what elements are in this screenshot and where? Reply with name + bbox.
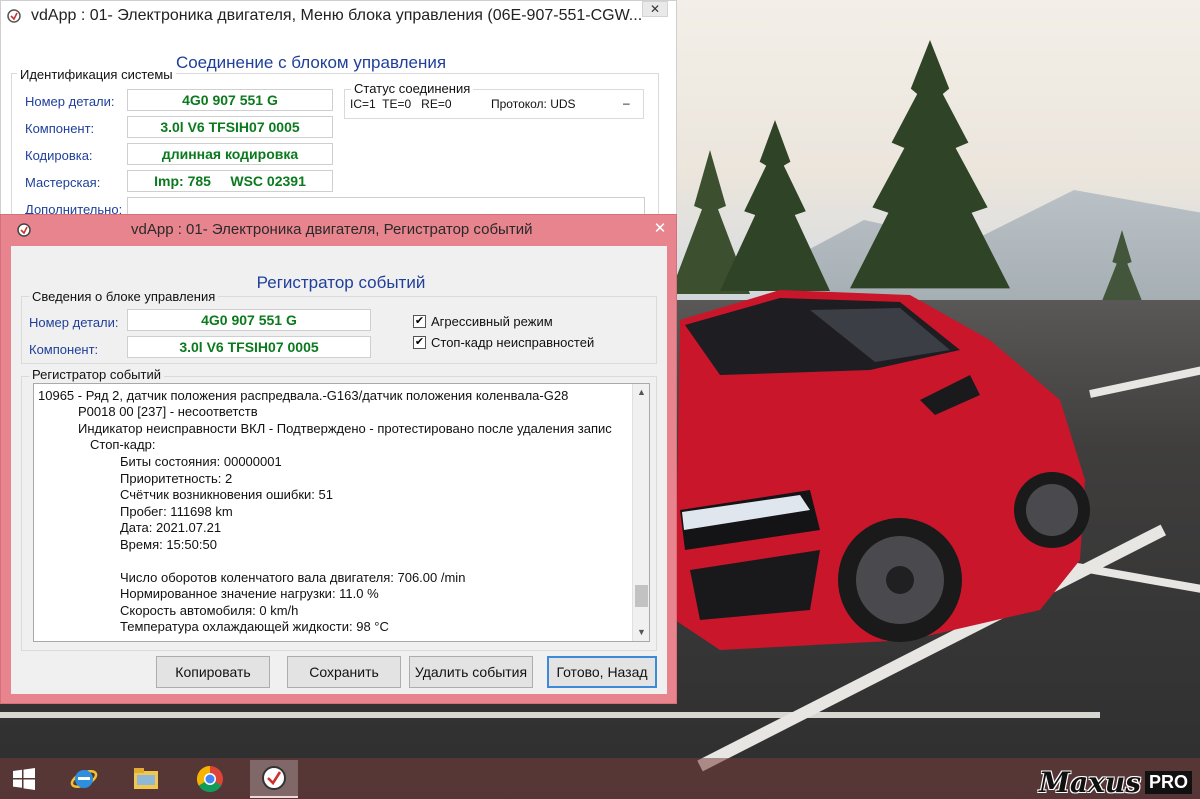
vdapp-logo-icon [17,223,31,237]
taskbar-item-chrome[interactable] [186,760,234,798]
vdapp-logo-icon [262,766,286,790]
aggressive-mode-label: Агрессивный режим [431,314,553,329]
taskbar [0,758,1200,799]
connection-status-values: IC=1 TE=0 RE=0 [350,97,452,111]
log-line: Нормированное значение нагрузки: 11.0 % [120,586,379,601]
log-line: Биты состояния: 00000001 [120,454,282,469]
internet-explorer-icon [70,770,98,788]
copy-button[interactable]: Копировать [156,656,270,688]
chrome-icon [196,765,223,793]
connection-status-label: Статус соединения [351,81,474,96]
log-line: Скорость автомобиля: 0 km/h [120,603,299,618]
event-log-group-label: Регистратор событий [29,367,164,382]
page-title: Регистратор событий [256,273,426,292]
protocol-value: Протокол: UDS [491,97,576,111]
folder-icon [134,768,158,789]
delete-events-button[interactable]: Удалить события [409,656,533,688]
checkbox-icon[interactable]: ✔ [413,336,426,349]
log-line: Приоритетность: 2 [120,471,233,486]
ecu-menu-titlebar[interactable]: vdApp : 01- Электроника двигателя, Меню … [1,1,676,31]
part-number-label: Номер детали: [25,94,115,109]
scroll-up-arrow-icon[interactable]: ▲ [633,384,649,401]
taskbar-item-file-explorer[interactable] [122,760,170,798]
watermark-badge: PRO [1144,771,1192,794]
component-value: 3.0l V6 TFSIH07 0005 [127,336,371,358]
taskbar-item-internet-explorer[interactable] [60,760,108,798]
log-line: Счётчик возникновения ошибки: 51 [120,487,333,502]
log-line: Температура охлаждающей жидкости: 98 °C [120,619,389,634]
windows-logo-icon [13,768,35,790]
page-title: Соединение с блоком управления [175,53,447,72]
ecu-menu-window[interactable]: vdApp : 01- Электроника двигателя, Меню … [0,0,677,230]
component-label: Компонент: [25,121,95,136]
start-button[interactable] [0,760,48,798]
log-line: Число оборотов коленчатого вала двигател… [120,570,466,585]
scroll-down-arrow-icon[interactable]: ▼ [633,624,649,641]
done-back-button[interactable]: Готово, Назад [547,656,657,688]
aggressive-mode-checkbox[interactable]: ✔ Агрессивный режим [413,314,553,329]
log-line: 10965 - Ряд 2, датчик положения распредв… [38,388,569,403]
component-value: 3.0l V6 TFSIH07 0005 [127,116,333,138]
part-number-value: 4G0 907 551 G [127,89,333,111]
save-button[interactable]: Сохранить [287,656,401,688]
log-line: Время: 15:50:50 [120,537,217,552]
watermark-text: Maxus [1039,766,1141,799]
workshop-value: Imp: 785 WSC 02391 [127,170,333,192]
coding-label: Кодировка: [25,148,93,163]
status-extra: – [623,96,630,110]
checkbox-icon[interactable]: ✔ [413,315,426,328]
scrollbar-thumb[interactable] [635,585,648,607]
close-button[interactable]: ✕ [642,1,668,17]
event-recorder-window[interactable]: vdApp : 01- Электроника двигателя, Регис… [0,214,677,704]
window-title: vdApp : 01- Электроника двигателя, Регис… [131,221,533,238]
part-number-label: Номер детали: [29,315,119,330]
component-label: Компонент: [29,342,99,357]
parking-line [0,712,1100,718]
event-recorder-client: Регистратор событий Сведения о блоке упр… [11,246,667,694]
event-log-textarea[interactable]: 10965 - Ряд 2, датчик положения распредв… [33,383,650,642]
log-scrollbar[interactable]: ▲ ▼ [632,384,649,641]
freeze-frame-checkbox[interactable]: ✔ Стоп-кадр неисправностей [413,335,594,350]
log-line: Стоп-кадр: [90,437,156,452]
ecu-info-group-label: Сведения о блоке управления [29,289,219,304]
freeze-frame-label: Стоп-кадр неисправностей [431,335,595,350]
part-number-value: 4G0 907 551 G [127,309,371,331]
log-line: Индикатор неисправности ВКЛ - Подтвержде… [78,421,612,436]
log-line: P0018 00 [237] - несоответств [78,404,258,419]
close-button[interactable]: ✕ [646,217,674,239]
maxus-pro-watermark: Maxus PRO [1039,766,1192,799]
workshop-label: Мастерская: [25,175,101,190]
identification-group-label: Идентификация системы [17,67,176,82]
vdapp-logo-icon [7,9,21,23]
window-title: vdApp : 01- Электроника двигателя, Меню … [31,7,641,24]
log-line: Пробег: 111698 km [120,504,233,519]
coding-value: длинная кодировка [127,143,333,165]
log-line: Дата: 2021.07.21 [120,520,222,535]
taskbar-item-vdapp[interactable] [250,760,298,798]
event-recorder-titlebar[interactable]: vdApp : 01- Электроника двигателя, Регис… [1,215,676,245]
wallpaper-red-car [675,290,1090,650]
